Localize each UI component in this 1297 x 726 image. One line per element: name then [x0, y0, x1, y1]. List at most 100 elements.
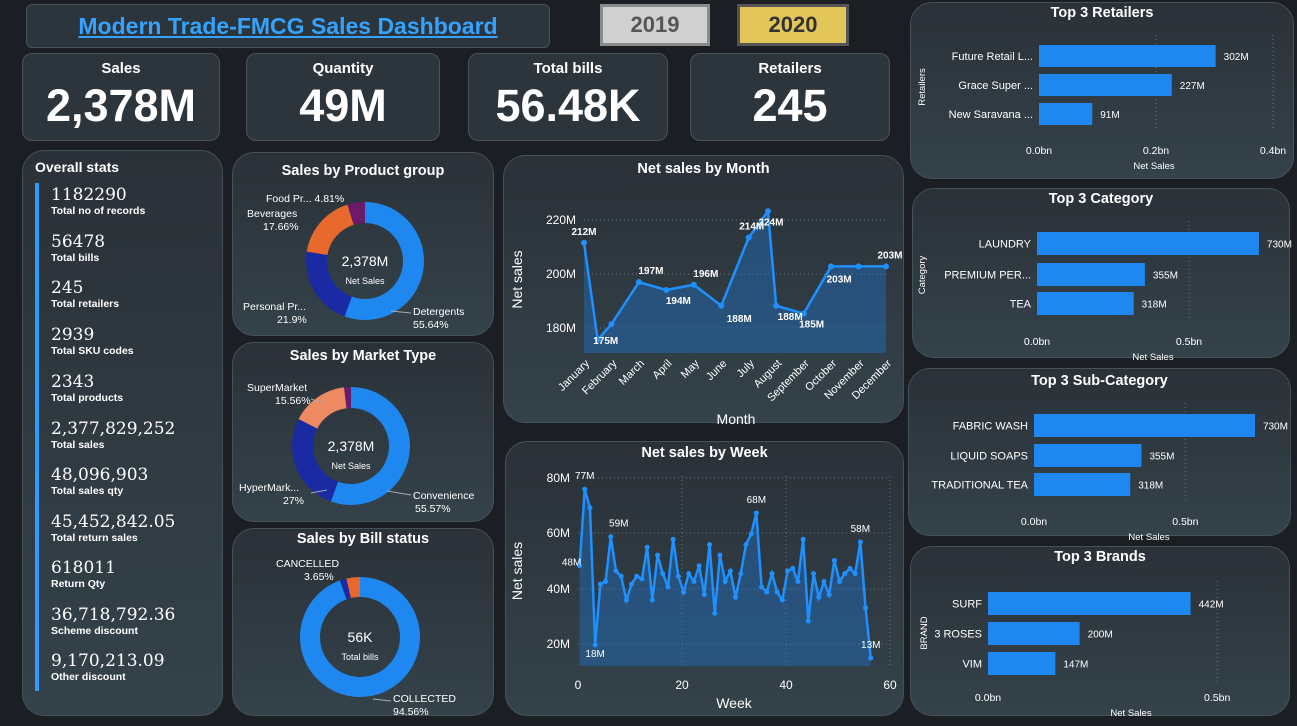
x-axis-title: Net Sales [1132, 352, 1173, 363]
x-tick-label: 0.0bn [975, 692, 1001, 704]
data-label: 68M [747, 495, 766, 506]
donut-center-value: 2,378M [342, 253, 389, 269]
kpi-card-quantity[interactable]: Quantity 49M [246, 53, 440, 141]
data-label: 175M [593, 336, 618, 347]
top-subcategory-panel[interactable]: Top 3 Sub-Category FABRIC WASH 730M LIQUID… [908, 368, 1292, 543]
x-tick-label: 0.0bn [1026, 145, 1052, 157]
x-tick-label: March [617, 358, 647, 388]
market-type-panel[interactable]: Sales by Market Type 2,378M Net Sales Conv… [232, 342, 494, 522]
data-point [670, 536, 676, 542]
data-point [779, 597, 785, 603]
y-tick-label: 180M [546, 321, 576, 335]
data-point [587, 505, 593, 511]
category-label: Future Retail L... [952, 51, 1033, 63]
kpi-value: 2,378M [45, 80, 197, 131]
y-axis-title: Net sales [509, 542, 525, 600]
product-group-panel[interactable]: Sales by Product group 2,378M Net Sales De… [232, 152, 494, 336]
top-category-panel[interactable]: Top 3 Category LAUNDRY 730M PREMIUM PER...… [912, 188, 1292, 363]
y-axis-title: Net sales [509, 250, 525, 308]
data-point [773, 302, 780, 309]
donut-slice-pct: 15.56% [275, 395, 311, 407]
top-retailers-panel[interactable]: Top 3 Retailers Future Retail L... 302M Gr… [910, 2, 1294, 179]
kpi-card-retailers[interactable]: Retailers 245 [690, 53, 890, 141]
dashboard-title-link[interactable]: Modern Trade-FMCG Sales Dashboard [78, 13, 497, 40]
data-point [690, 281, 697, 288]
dashboard-title-box: Modern Trade-FMCG Sales Dashboard [26, 4, 550, 48]
stat-label: Return Qty [51, 578, 106, 590]
category-label: New Saravana ... [949, 109, 1033, 121]
kpi-label: Total bills [533, 60, 603, 77]
data-label: 188M [727, 314, 752, 325]
bill-status-panel[interactable]: Sales by Bill status 56K Total bills COLLE… [232, 528, 495, 718]
x-tick-label: June [704, 358, 729, 383]
top-brands-panel[interactable]: Top 3 Brands SURF 442M 3 ROSES 200M VIM 147M 0… [910, 546, 1291, 719]
stat-label: Total products [51, 392, 124, 404]
stat-value: 45,452,842.05 [51, 512, 176, 532]
top-category-chart[interactable]: LAUNDRY 730M PREMIUM PER... 355M TEA 318M 0.0b… [913, 189, 1292, 363]
kpi-card-sales[interactable]: Sales 2,378M [22, 53, 220, 141]
data-point [718, 302, 725, 309]
data-point [665, 584, 671, 590]
donut-leader-line [386, 490, 412, 496]
donut-slice-pct: 3.65% [304, 571, 334, 583]
year-2020-button[interactable]: 2020 [737, 4, 849, 46]
data-point [821, 579, 827, 585]
net-sales-month-panel[interactable]: Net sales by Month 212M 175M 197M 194M 196M 1… [503, 155, 905, 427]
top-subcategory-chart[interactable]: FABRIC WASH 730M LIQUID SOAPS 355M TRADITION… [909, 369, 1292, 543]
net-sales-month-chart[interactable]: 212M175M197M194M196M188M214M224M188M185M… [504, 156, 905, 427]
top-retailers-chart[interactable]: Future Retail L... 302M Grace Super ... 227… [911, 3, 1295, 180]
x-axis-title: Net Sales [1128, 532, 1169, 543]
donut-center-label: Net Sales [345, 276, 385, 286]
bar-value-label: 91M [1100, 110, 1119, 121]
stat-label: Total bills [51, 252, 100, 264]
data-point [883, 263, 889, 270]
data-point [660, 571, 666, 577]
bill-status-donut[interactable]: 56K Total bills COLLECTED94.56% CANCELLED3.… [233, 529, 495, 718]
net-sales-week-panel[interactable]: Net sales by Week 48M 77M 18M 59M 68M 58M 13M 2… [505, 441, 904, 716]
category-label: Grace Super ... [958, 80, 1033, 92]
data-point [644, 544, 650, 550]
stat-label: Total sales qty [51, 485, 124, 497]
kpi-card-total-bills[interactable]: Total bills 56.48K [468, 53, 668, 141]
y-tick-label: 20M [547, 637, 570, 651]
donut-slice [306, 204, 354, 255]
donut-slice-pct: 21.9% [277, 314, 307, 326]
y-tick-label: 220M [546, 213, 576, 227]
donut-center-value: 56K [348, 629, 374, 645]
data-point [863, 605, 869, 611]
category-label: TRADITIONAL TEA [931, 480, 1028, 492]
year-2019-button[interactable]: 2019 [600, 4, 710, 46]
top-brands-chart[interactable]: SURF 442M 3 ROSES 200M VIM 147M 0.0bn 0.5bn Net … [911, 547, 1291, 719]
donut-center-value: 2,378M [328, 438, 375, 454]
stat-item: 56478 Total bills [51, 232, 105, 265]
stat-value: 9,170,213.09 [51, 651, 165, 671]
x-tick-label: 60 [883, 678, 897, 692]
x-tick-label: 0.0bn [1024, 336, 1050, 348]
data-point [618, 573, 624, 579]
bar-value-label: 730M [1263, 422, 1288, 433]
data-label: 197M [638, 266, 663, 277]
overall-stats-panel: Overall stats 1182290 Total no of records… [22, 150, 223, 716]
category-label: PREMIUM PER... [944, 270, 1031, 282]
bar [988, 652, 1056, 675]
bar [1037, 232, 1259, 255]
market-type-donut[interactable]: 2,378M Net Sales Convenience55.57% HyperMar… [233, 343, 495, 523]
data-point [649, 597, 655, 603]
category-label: TEA [1010, 299, 1032, 311]
category-label: VIM [962, 659, 982, 671]
net-sales-week-chart[interactable]: 48M 77M 18M 59M 68M 58M 13M 20M 40M 60M 80M Net sal… [506, 442, 905, 717]
x-tick-label: 0.0bn [1021, 516, 1047, 528]
data-point [722, 579, 728, 585]
data-label: 77M [575, 471, 594, 482]
stats-accent-bar [35, 183, 39, 691]
bar [988, 622, 1080, 645]
stat-label: Scheme discount [51, 625, 138, 637]
data-label: 58M [851, 524, 870, 535]
data-point [785, 568, 791, 574]
stat-label: Total sales [51, 439, 105, 451]
bar-value-label: 147M [1063, 660, 1088, 671]
kpi-label: Retailers [758, 60, 822, 77]
kpi-label: Sales [101, 60, 141, 77]
stat-item: 245 Total retailers [51, 278, 119, 311]
product-group-donut[interactable]: 2,378M Net Sales Detergents55.64% Personal … [233, 153, 495, 337]
